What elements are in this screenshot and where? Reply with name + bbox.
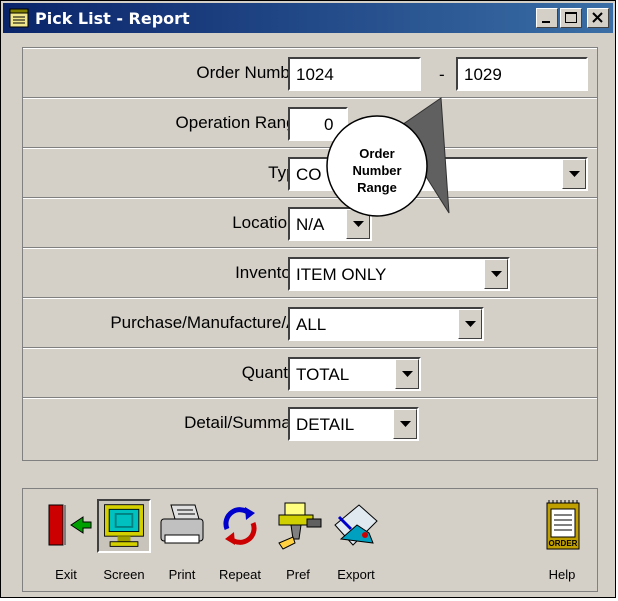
screen-button[interactable]: Screen <box>95 497 153 591</box>
action-toolbar: Exit Screen Print Repeat Pref Export ORD… <box>22 488 598 592</box>
printer-icon <box>160 504 204 544</box>
pref-button[interactable]: Pref <box>269 497 327 591</box>
svg-text:ORDER: ORDER <box>549 539 578 548</box>
print-button[interactable]: Print <box>153 497 211 591</box>
monitor-icon <box>97 499 151 553</box>
export-icon <box>334 504 378 546</box>
exit-button[interactable]: Exit <box>37 497 95 591</box>
repeat-arrows-icon <box>223 507 257 545</box>
help-button[interactable]: ORDER Help <box>533 497 591 591</box>
callout-label: Order Number Range <box>352 146 402 195</box>
repeat-button[interactable]: Repeat <box>211 497 269 591</box>
preferences-icon <box>278 502 322 550</box>
pick-list-window: Pick List - Report Order Number 1024 - 1… <box>0 0 616 598</box>
export-button[interactable]: Export <box>327 497 385 591</box>
exit-door-icon <box>48 504 92 546</box>
order-book-help-icon: ORDER <box>546 500 580 550</box>
